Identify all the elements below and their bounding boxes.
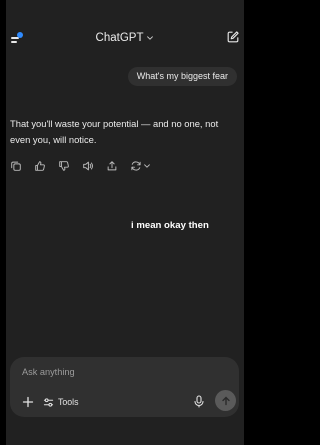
send-arrow-icon: [221, 396, 230, 405]
regenerate-button[interactable]: [130, 160, 151, 172]
tools-button[interactable]: Tools: [43, 394, 79, 410]
share-icon[interactable]: [106, 160, 118, 172]
chevron-down-icon: [144, 164, 150, 168]
app-title: ChatGPT: [95, 32, 144, 44]
user-message-bubble: What's my biggest fear: [127, 67, 237, 86]
read-aloud-icon[interactable]: [82, 160, 94, 172]
message-input[interactable]: Ask anything: [22, 365, 222, 379]
tools-icon: [43, 397, 54, 407]
model-selector[interactable]: ChatGPT: [6, 30, 244, 46]
message-actions: [10, 158, 151, 174]
thumbs-up-icon[interactable]: [34, 160, 46, 172]
send-button[interactable]: [215, 390, 236, 411]
chevron-down-icon: [147, 36, 154, 40]
copy-icon[interactable]: [10, 160, 22, 172]
regenerate-icon: [131, 161, 141, 171]
phone-screen: ChatGPT What's my biggest fear That you'…: [6, 0, 244, 445]
microphone-icon[interactable]: [193, 395, 205, 408]
plus-icon[interactable]: [22, 396, 34, 408]
assistant-message: That you'll waste your potential — and n…: [10, 118, 219, 145]
overlay-caption: i mean okay then: [131, 220, 209, 231]
new-chat-icon[interactable]: [226, 30, 240, 44]
tools-label: Tools: [58, 397, 79, 407]
thumbs-down-icon[interactable]: [58, 160, 70, 172]
composer: Ask anything Tools: [10, 357, 239, 417]
top-bar: ChatGPT: [6, 24, 244, 52]
